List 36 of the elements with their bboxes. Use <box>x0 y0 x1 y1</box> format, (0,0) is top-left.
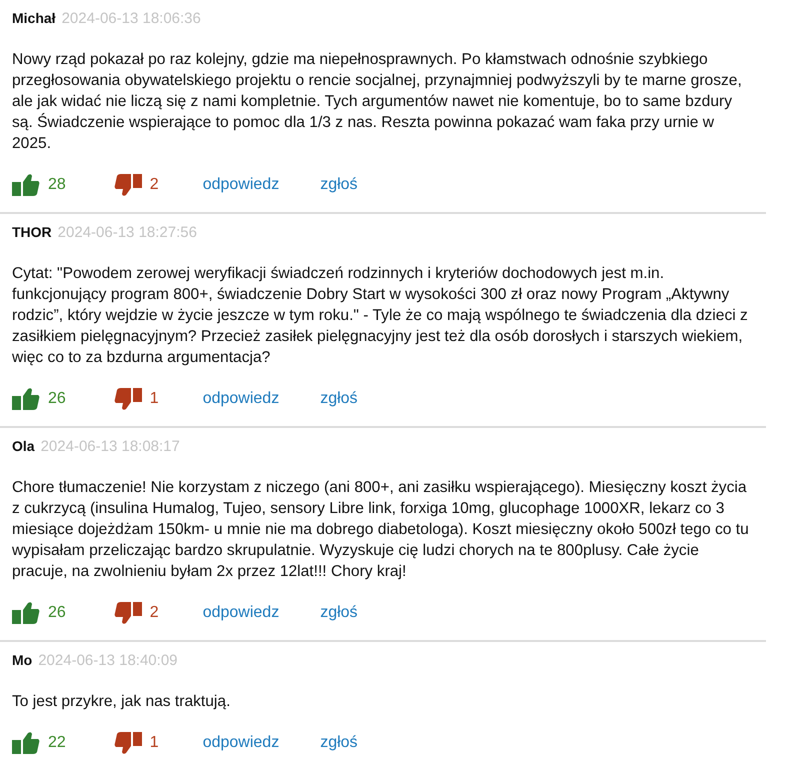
report-link[interactable]: zgłoś <box>320 601 358 625</box>
reply-link[interactable]: odpowiedz <box>202 731 280 755</box>
author-name: Mo <box>12 652 32 668</box>
dislike-count: 1 <box>150 733 159 753</box>
reply-link[interactable]: odpowiedz <box>202 601 280 625</box>
comment-date: 2024-06-13 18:27:56 <box>58 224 197 241</box>
like-count: 22 <box>48 733 66 753</box>
comment-date: 2024-06-13 18:06:36 <box>62 10 201 27</box>
reply-link[interactable]: odpowiedz <box>202 173 280 197</box>
dislike-count: 2 <box>150 175 159 195</box>
like-count: 26 <box>48 389 66 409</box>
thumbs-down-icon[interactable] <box>114 731 142 755</box>
like-count: 26 <box>48 603 66 623</box>
thumbs-up-icon[interactable] <box>12 731 40 755</box>
comment-date: 2024-06-13 18:40:09 <box>38 652 178 669</box>
report-link[interactable]: zgłoś <box>320 731 358 755</box>
comment-date: 2024-06-13 18:08:17 <box>40 438 180 455</box>
comment-text: To jest przykre, jak nas traktują. <box>12 692 232 712</box>
author-name: Michał <box>12 10 56 26</box>
author-name: THOR <box>12 224 52 240</box>
report-link[interactable]: zgłoś <box>320 173 358 197</box>
report-link[interactable]: zgłoś <box>320 387 358 411</box>
thumbs-up-icon[interactable] <box>12 601 40 625</box>
author-name: Ola <box>12 438 35 454</box>
reply-link[interactable]: odpowiedz <box>202 387 280 411</box>
dislike-count: 1 <box>150 389 159 409</box>
comment-text: Chore tłumaczenie! Nie korzystam z niczego (ani 800+, ani zasiłku wspierającego). Miesięczny koszt życia z cukrzycą (insulina Humalog, Tujeo, sensory Libre link, forxiga 10mg, glucophage 1000XR, lekarz co 3 miesiące dojeżdżam 150km- u mnie nie ma dobrego diabetologa). Koszt miesięczny około 500zł tego co tu wypisałam przeliczając bardzo skrupulatnie. Wyzyskuje cię ludzi chorych na te 800plusy. Całe życie pracuje, na zwolnieniu byłam 2x przez 12lat!!! Chory kraj! <box>12 478 750 582</box>
like-count: 28 <box>48 175 66 195</box>
comment-text: Nowy rząd pokazał po raz kolejny, gdzie ma niepełnosprawnych. Po kłamstwach odnośnie szybkiego przegłosowania obywatelskiego projektu o rencie socjalnej, przynajmniej podwyższyli by te marne grosze, ale jak widać nie liczą się z nami kompletnie. Tych argumentów nawet nie komentuje, bo to same bzdury są. Świadczenie wspierające to pomoc dla 1/3 z nas. Reszta powinna pokazać wam faka przy urnie w 2025. <box>12 50 743 154</box>
thumbs-up-icon[interactable] <box>12 387 40 411</box>
dislike-count: 2 <box>150 603 159 623</box>
thumbs-down-icon[interactable] <box>114 387 142 411</box>
thumbs-down-icon[interactable] <box>114 173 142 197</box>
thumbs-up-icon[interactable] <box>12 173 40 197</box>
comment-text: Cytat: "Powodem zerowej weryfikacji świadczeń rodzinnych i kryteriów dochodowych jest m.in. funkcjonujący program 800+, świadczenie Dobry Start w wysokości 300 zł oraz nowy Program „Aktywny rodzic”, który wejdzie w życie jeszcze w tym roku." - Tyle że co mają wspólnego te świadczenia dla dzieci z zasiłkiem pielęgnacyjnym? Przecież zasiłek pielęgnacyjny jest też dla osób dorosłych i starszych wiekiem, więc co to za bzdurna argumentacja? <box>12 264 749 368</box>
thumbs-down-icon[interactable] <box>114 601 142 625</box>
